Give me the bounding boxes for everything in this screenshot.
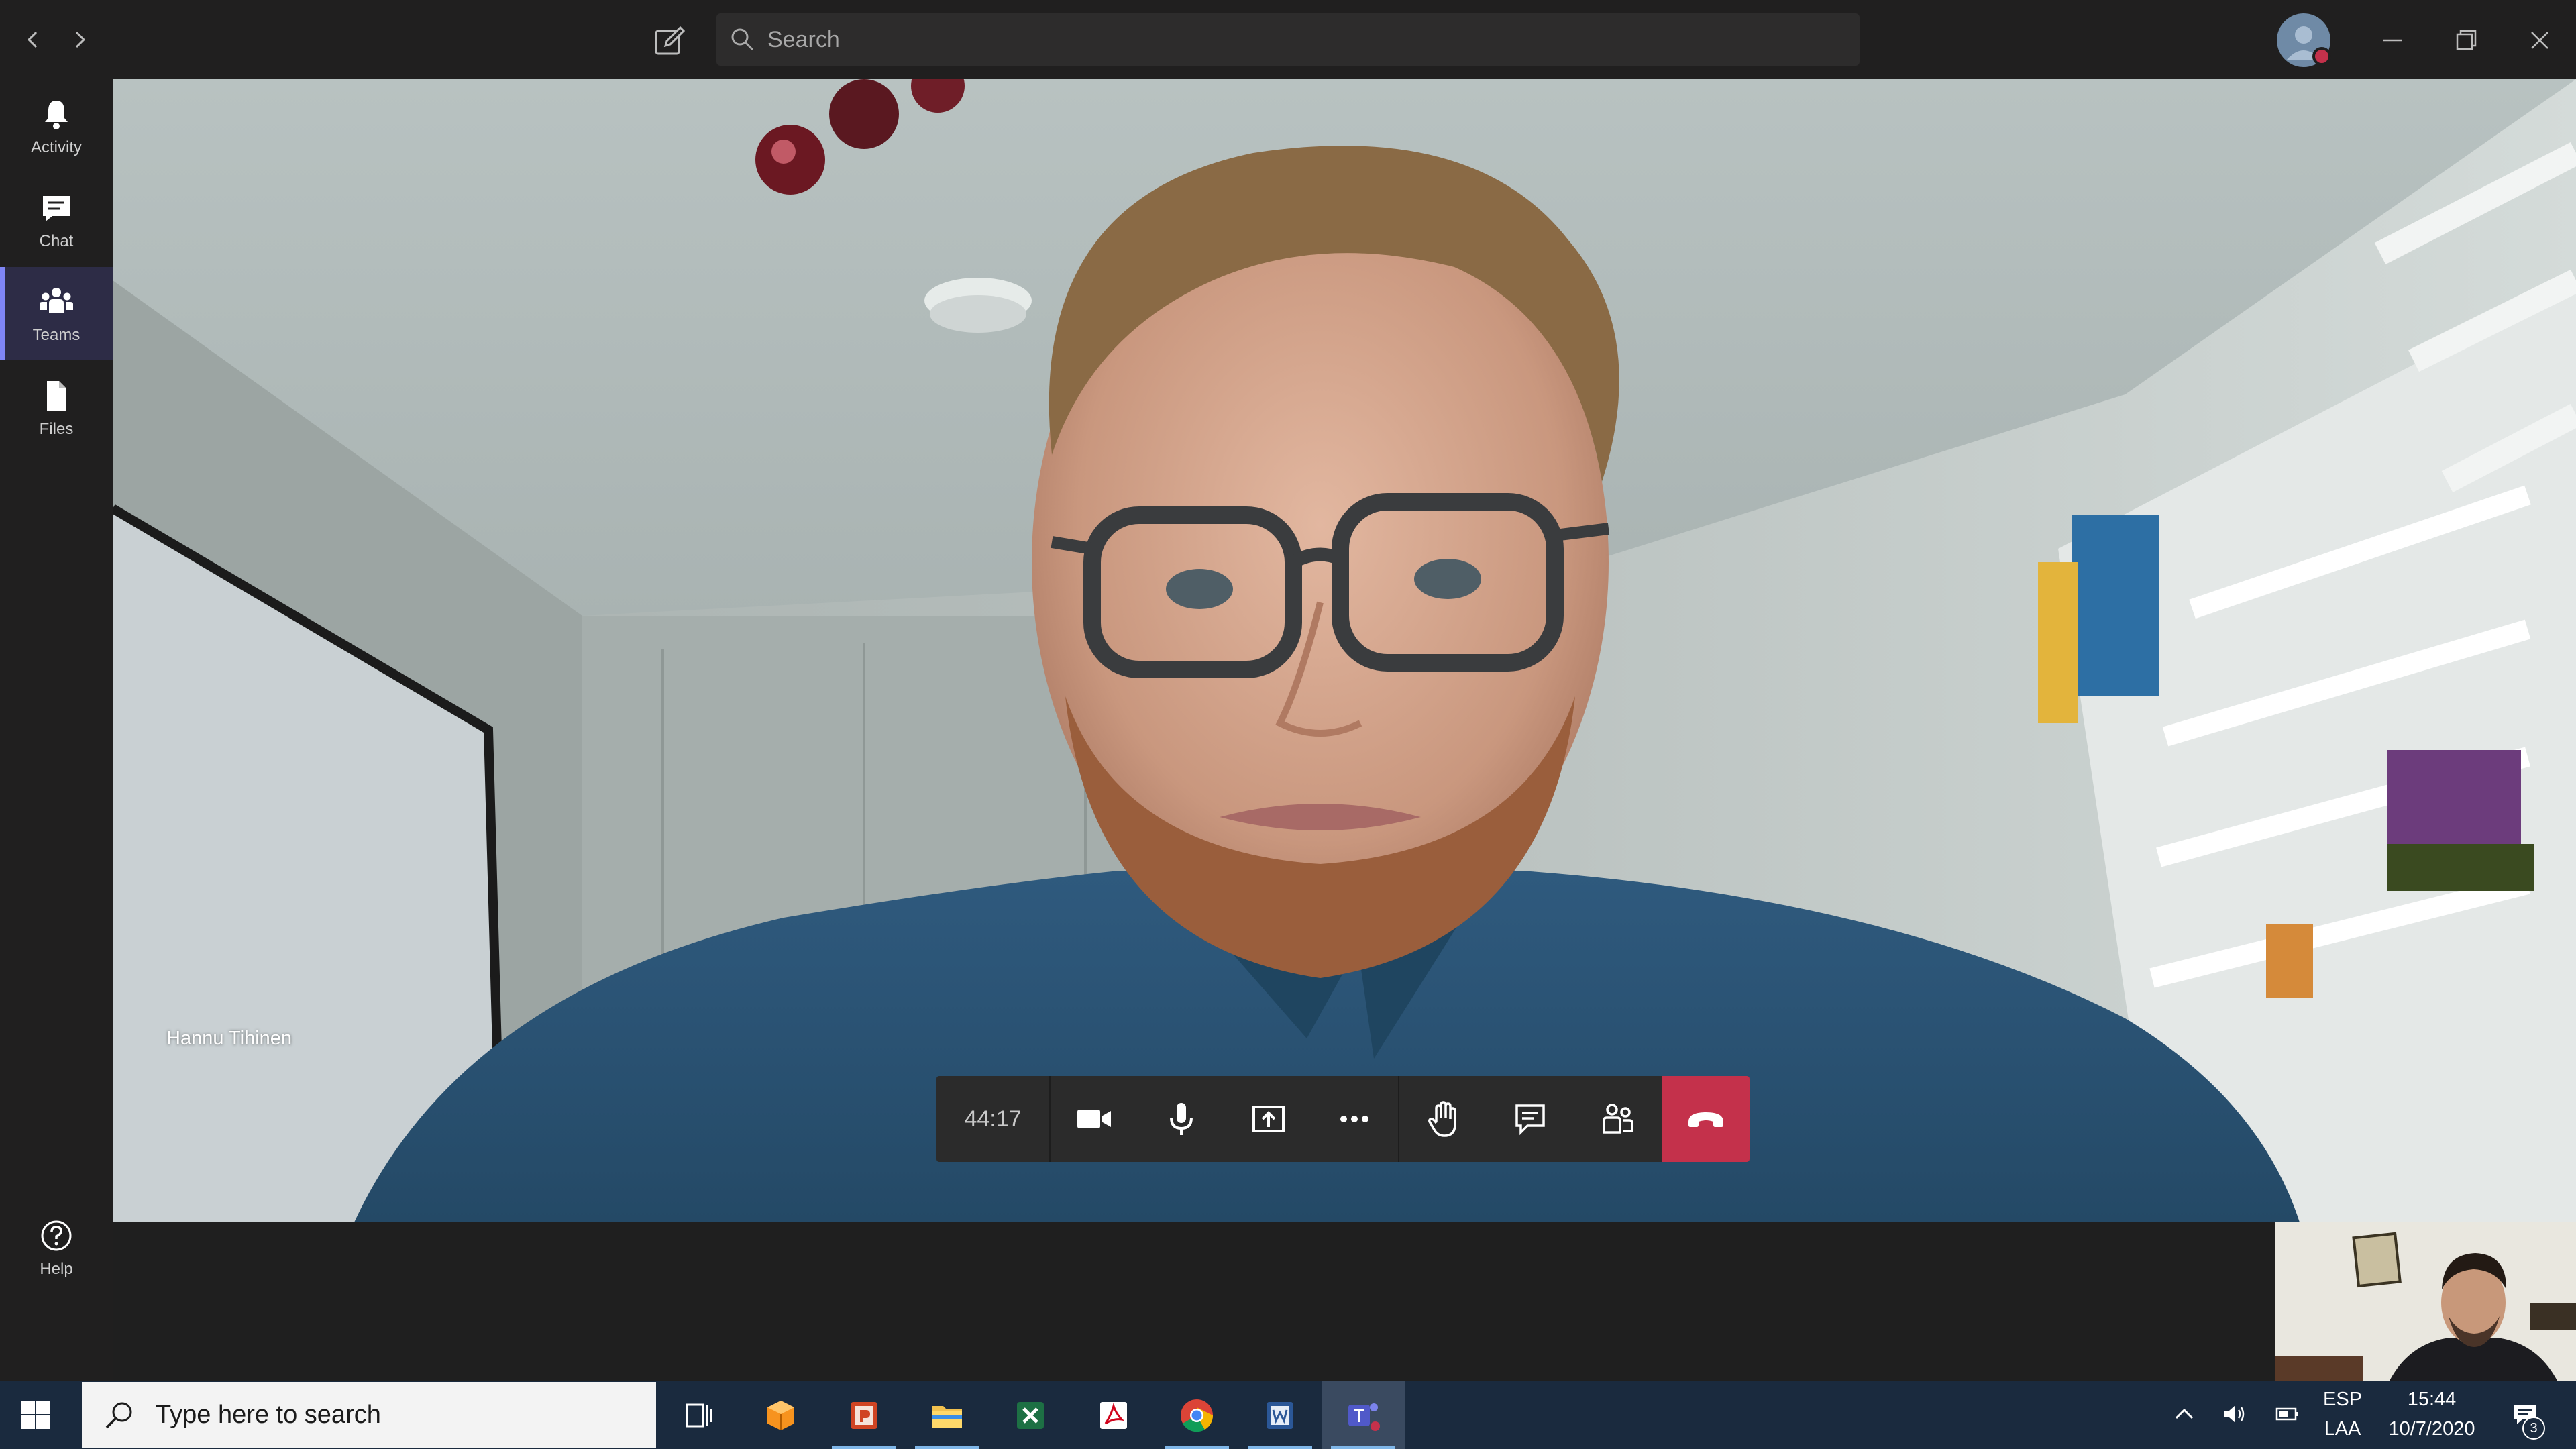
self-video-preview[interactable] [2275, 1222, 2576, 1381]
rail-item-teams[interactable]: Teams [0, 267, 113, 360]
bell-icon [45, 101, 68, 129]
mute-button[interactable] [1138, 1076, 1225, 1162]
camera-icon [1077, 1110, 1111, 1128]
show-hidden-icons-button[interactable] [2164, 1381, 2204, 1449]
app-3d-icon [767, 1401, 794, 1430]
excel-icon [1017, 1402, 1044, 1429]
status-badge [2312, 47, 2331, 66]
notification-count-badge: 3 [2522, 1417, 2545, 1440]
rail-item-files[interactable]: Files [0, 361, 113, 453]
share-screen-icon [1252, 1106, 1285, 1132]
search-icon [105, 1402, 132, 1429]
taskbar-acrobat[interactable] [1072, 1381, 1155, 1449]
search-box[interactable] [716, 13, 1860, 66]
call-timer: 44:17 [936, 1076, 1051, 1162]
taskbar-powerpoint[interactable] [822, 1381, 906, 1449]
video-gallery-strip [113, 1222, 2576, 1381]
participant-name-label: Hannu Tihinen [166, 1028, 292, 1049]
close-icon[interactable] [2520, 20, 2560, 60]
powerpoint-icon [851, 1402, 877, 1429]
clock-date[interactable]: 10/7/2020 [2375, 1418, 2489, 1440]
taskbar-excel[interactable] [989, 1381, 1072, 1449]
chrome-icon [1181, 1399, 1214, 1432]
rail-item-help[interactable]: Help [0, 1201, 113, 1293]
file-icon [47, 381, 66, 411]
call-controls-bar: 44:17 [936, 1076, 1750, 1162]
chat-icon [1515, 1104, 1545, 1136]
hang-up-icon [1688, 1112, 1723, 1127]
rail-item-label: Teams [32, 326, 80, 344]
taskbar-3d-viewer[interactable] [739, 1381, 822, 1449]
app-bar: Activity Chat Teams Files Help [0, 79, 113, 1446]
taskbar-word[interactable] [1238, 1381, 1322, 1449]
help-icon [41, 1220, 72, 1251]
chat-icon [43, 196, 70, 221]
battery-button[interactable] [2267, 1381, 2308, 1449]
raise-hand-icon [1428, 1101, 1456, 1137]
keyboard-layout-indicator[interactable]: LAA [2316, 1418, 2369, 1440]
more-options-icon [1340, 1116, 1368, 1122]
taskbar-task-view[interactable] [656, 1381, 739, 1449]
share-screen-button[interactable] [1225, 1076, 1312, 1162]
taskbar-search-input[interactable] [156, 1382, 645, 1448]
search-input[interactable] [767, 13, 1841, 66]
speaker-icon [2224, 1405, 2245, 1423]
acrobat-icon [1100, 1402, 1127, 1429]
show-participants-button[interactable] [1574, 1076, 1661, 1162]
video-frame [113, 79, 2576, 1222]
taskbar-teams[interactable] [1322, 1381, 1405, 1449]
file-explorer-icon [932, 1406, 962, 1428]
teams-icon [1348, 1403, 1380, 1431]
minimize-icon[interactable] [2372, 20, 2412, 60]
teams-window: Activity Chat Teams Files Help [0, 0, 2576, 1449]
teams-icon [40, 288, 73, 313]
language-indicator[interactable]: ESP [2316, 1389, 2369, 1411]
clock-time[interactable]: 15:44 [2375, 1389, 2489, 1411]
taskbar-chrome[interactable] [1155, 1381, 1238, 1449]
participant-video: Hannu Tihinen [113, 79, 2576, 1222]
self-video-frame [2275, 1222, 2576, 1381]
restore-icon[interactable] [2446, 20, 2486, 60]
rail-item-label: Activity [30, 138, 82, 156]
more-options-button[interactable] [1311, 1076, 1398, 1162]
windows-start-icon[interactable] [20, 1399, 51, 1430]
chevron-up-icon [2175, 1408, 2194, 1419]
back-arrow-icon[interactable] [16, 23, 50, 56]
microphone-icon [1170, 1103, 1193, 1135]
rail-item-chat[interactable]: Chat [0, 173, 113, 266]
forward-arrow-icon[interactable] [63, 23, 97, 56]
rail-item-label: Chat [39, 232, 74, 250]
participants-icon [1603, 1104, 1633, 1134]
search-icon [731, 28, 754, 51]
windows-taskbar: ESP LAA 15:44 10/7/2020 3 [0, 1381, 2576, 1449]
task-view-icon [686, 1403, 712, 1428]
battery-icon [2275, 1407, 2298, 1421]
rail-item-label: Files [39, 420, 74, 438]
raise-hand-button[interactable] [1399, 1076, 1487, 1162]
taskbar-search-box[interactable] [82, 1382, 656, 1448]
compose-icon[interactable] [651, 23, 688, 60]
taskbar-file-explorer[interactable] [906, 1381, 989, 1449]
word-icon [1267, 1402, 1293, 1429]
volume-button[interactable] [2214, 1381, 2254, 1449]
hang-up-button[interactable] [1662, 1076, 1750, 1162]
rail-item-activity[interactable]: Activity [0, 79, 113, 172]
rail-item-label: Help [40, 1260, 73, 1278]
show-conversation-button[interactable] [1487, 1076, 1574, 1162]
camera-toggle-button[interactable] [1051, 1076, 1138, 1162]
title-bar [0, 0, 2576, 79]
